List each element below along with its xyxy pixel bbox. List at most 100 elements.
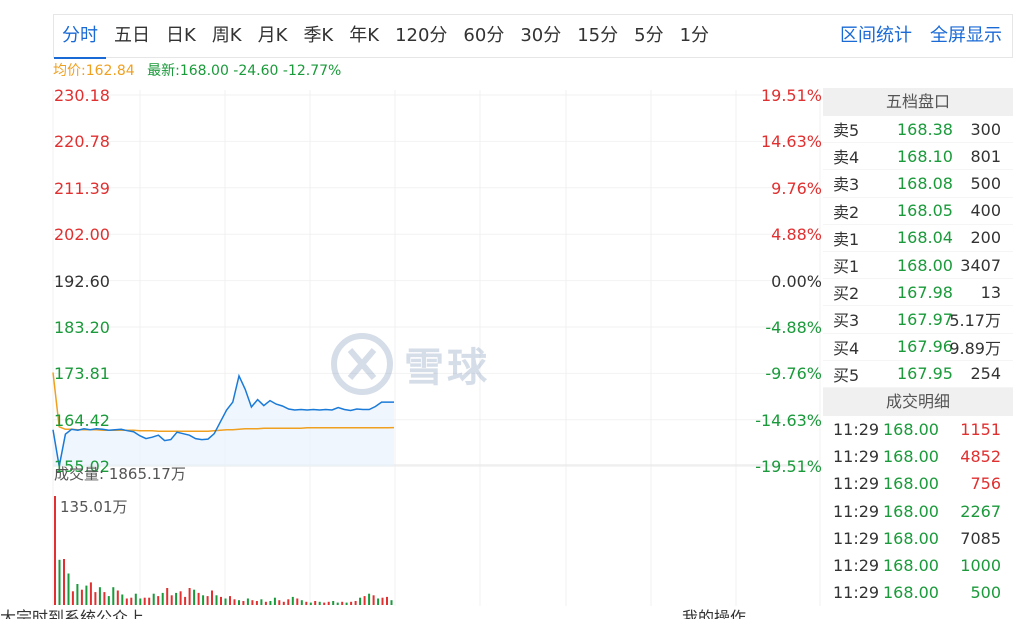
tab-7[interactable]: 120分 xyxy=(387,15,455,59)
intraday-chart[interactable]: 230.18 220.78 211.39 202.00 192.60 183.20 173.… xyxy=(0,86,822,619)
volume-bar xyxy=(134,593,137,605)
trade-details: 11:29 168.00 1151 11:29 168.00 4852 11:29 168.0… xyxy=(823,416,1013,606)
order-book-label: 买4 xyxy=(833,338,860,358)
percent-tick: 14.63% xyxy=(760,132,822,152)
page-footer: 大宗时到系统公众上 我的操作 xyxy=(0,608,1029,619)
trade-vol: 4852 xyxy=(960,447,1001,467)
trade-row: 11:29 168.00 1000 xyxy=(823,552,1013,579)
snowball-logo-icon xyxy=(331,333,393,395)
tab-5[interactable]: 季K xyxy=(295,15,341,59)
order-book-vol: 9.89万 xyxy=(949,338,1001,358)
tab-6[interactable]: 年K xyxy=(341,15,387,59)
volume-bar xyxy=(291,596,294,605)
order-book-label: 卖3 xyxy=(833,175,860,195)
volume-bar xyxy=(206,596,209,605)
volume-bar xyxy=(54,496,56,605)
volume-bar xyxy=(377,598,380,605)
volume-bar xyxy=(103,592,106,605)
volume-bar xyxy=(175,592,178,605)
latest-price: 最新:168.00 -24.60 -12.77% xyxy=(147,63,342,79)
percent-tick: -14.63% xyxy=(755,410,822,430)
tab-12[interactable]: 1分 xyxy=(672,15,717,59)
trade-price: 168.00 xyxy=(883,583,939,603)
order-book-vol: 500 xyxy=(970,173,1001,193)
volume-bar xyxy=(255,601,258,605)
tab-10[interactable]: 15分 xyxy=(569,15,626,59)
price-tick: 183.20 xyxy=(54,318,110,337)
order-book-price: 167.98 xyxy=(897,282,953,302)
volume-bar xyxy=(63,559,65,605)
tab-2[interactable]: 日K xyxy=(158,15,204,59)
order-book-vol: 13 xyxy=(980,282,1001,302)
volume-bar xyxy=(336,602,339,605)
volume-bar xyxy=(238,600,240,605)
order-book-label: 买1 xyxy=(833,257,860,277)
trade-vol: 2267 xyxy=(960,501,1001,521)
tab-3[interactable]: 周K xyxy=(204,15,250,59)
trade-time: 11:29 xyxy=(833,555,880,575)
volume-bar xyxy=(341,601,344,605)
tab-11[interactable]: 5分 xyxy=(626,15,671,59)
volume-bar xyxy=(220,596,222,605)
volume-bar xyxy=(390,600,393,605)
volume-bar xyxy=(327,601,330,605)
percent-tick: 0.00% xyxy=(771,271,822,291)
trade-price: 168.00 xyxy=(883,555,939,575)
volume-bar xyxy=(121,594,124,605)
order-book-price: 168.05 xyxy=(897,201,953,221)
tab-8[interactable]: 60分 xyxy=(455,15,512,59)
percent-tick: 9.76% xyxy=(771,178,822,198)
trade-row: 11:29 168.00 4852 xyxy=(823,443,1013,470)
order-book-price: 168.10 xyxy=(897,146,953,166)
price-tick: 192.60 xyxy=(54,271,110,291)
trade-price: 168.00 xyxy=(883,447,939,467)
order-book-row: 卖2 168.05 400 xyxy=(823,198,1013,225)
tab-bar-actions: 区间统计 全屏显示 xyxy=(822,15,1002,57)
volume-bar xyxy=(148,597,151,605)
volume-bar xyxy=(246,598,249,605)
tab-0[interactable]: 分时 xyxy=(54,15,106,59)
volume-bar xyxy=(98,587,101,605)
order-book-label: 卖4 xyxy=(833,148,860,168)
volume-bar xyxy=(112,587,115,605)
volume-bar xyxy=(359,597,362,605)
trade-row: 11:29 168.00 756 xyxy=(823,470,1013,497)
tab-1[interactable]: 五日 xyxy=(106,15,158,59)
order-book-title: 五档盘口 xyxy=(823,88,1013,116)
order-book-price: 167.96 xyxy=(897,337,953,357)
volume-bar xyxy=(139,598,142,605)
volume-bar xyxy=(211,590,213,605)
order-book-price: 168.04 xyxy=(897,228,953,248)
order-book-vol: 254 xyxy=(970,364,1001,384)
trade-details-title: 成交明细 xyxy=(823,387,1013,416)
volume-bar xyxy=(188,588,191,605)
order-book-vol: 5.17万 xyxy=(949,311,1001,331)
price-tick: 202.00 xyxy=(54,225,110,245)
fullscreen-link[interactable]: 全屏显示 xyxy=(930,15,1002,57)
footer-right-text[interactable]: 我的操作 xyxy=(682,608,746,619)
volume-bar xyxy=(269,601,272,605)
volume-bar xyxy=(251,600,254,605)
volume-bar xyxy=(287,599,290,605)
volume-bar xyxy=(224,598,227,605)
tab-4[interactable]: 月K xyxy=(250,15,296,59)
volume-bar xyxy=(161,592,164,605)
tab-9[interactable]: 30分 xyxy=(512,15,569,59)
volume-bar xyxy=(67,573,70,605)
volume-bar xyxy=(125,598,128,605)
trade-vol: 7085 xyxy=(960,528,1001,548)
price-tick: 230.18 xyxy=(54,86,110,105)
volume-bar xyxy=(76,584,79,605)
volume-bar xyxy=(152,593,155,605)
volume-bar xyxy=(94,592,97,605)
range-stats-link[interactable]: 区间统计 xyxy=(840,15,912,57)
order-book: 卖5 168.38 300 卖4 168.10 801 卖3 168.08 500 卖2 168.0… xyxy=(823,116,1013,388)
order-book-row: 卖1 168.04 200 xyxy=(823,225,1013,252)
order-book-row: 卖3 168.08 500 xyxy=(823,170,1013,198)
percent-tick: -19.51% xyxy=(755,457,822,477)
order-book-vol: 300 xyxy=(970,119,1001,139)
order-book-vol: 200 xyxy=(970,228,1001,248)
volume-bar xyxy=(242,601,245,605)
volume-bar xyxy=(296,598,299,605)
volume-bar xyxy=(85,585,88,605)
